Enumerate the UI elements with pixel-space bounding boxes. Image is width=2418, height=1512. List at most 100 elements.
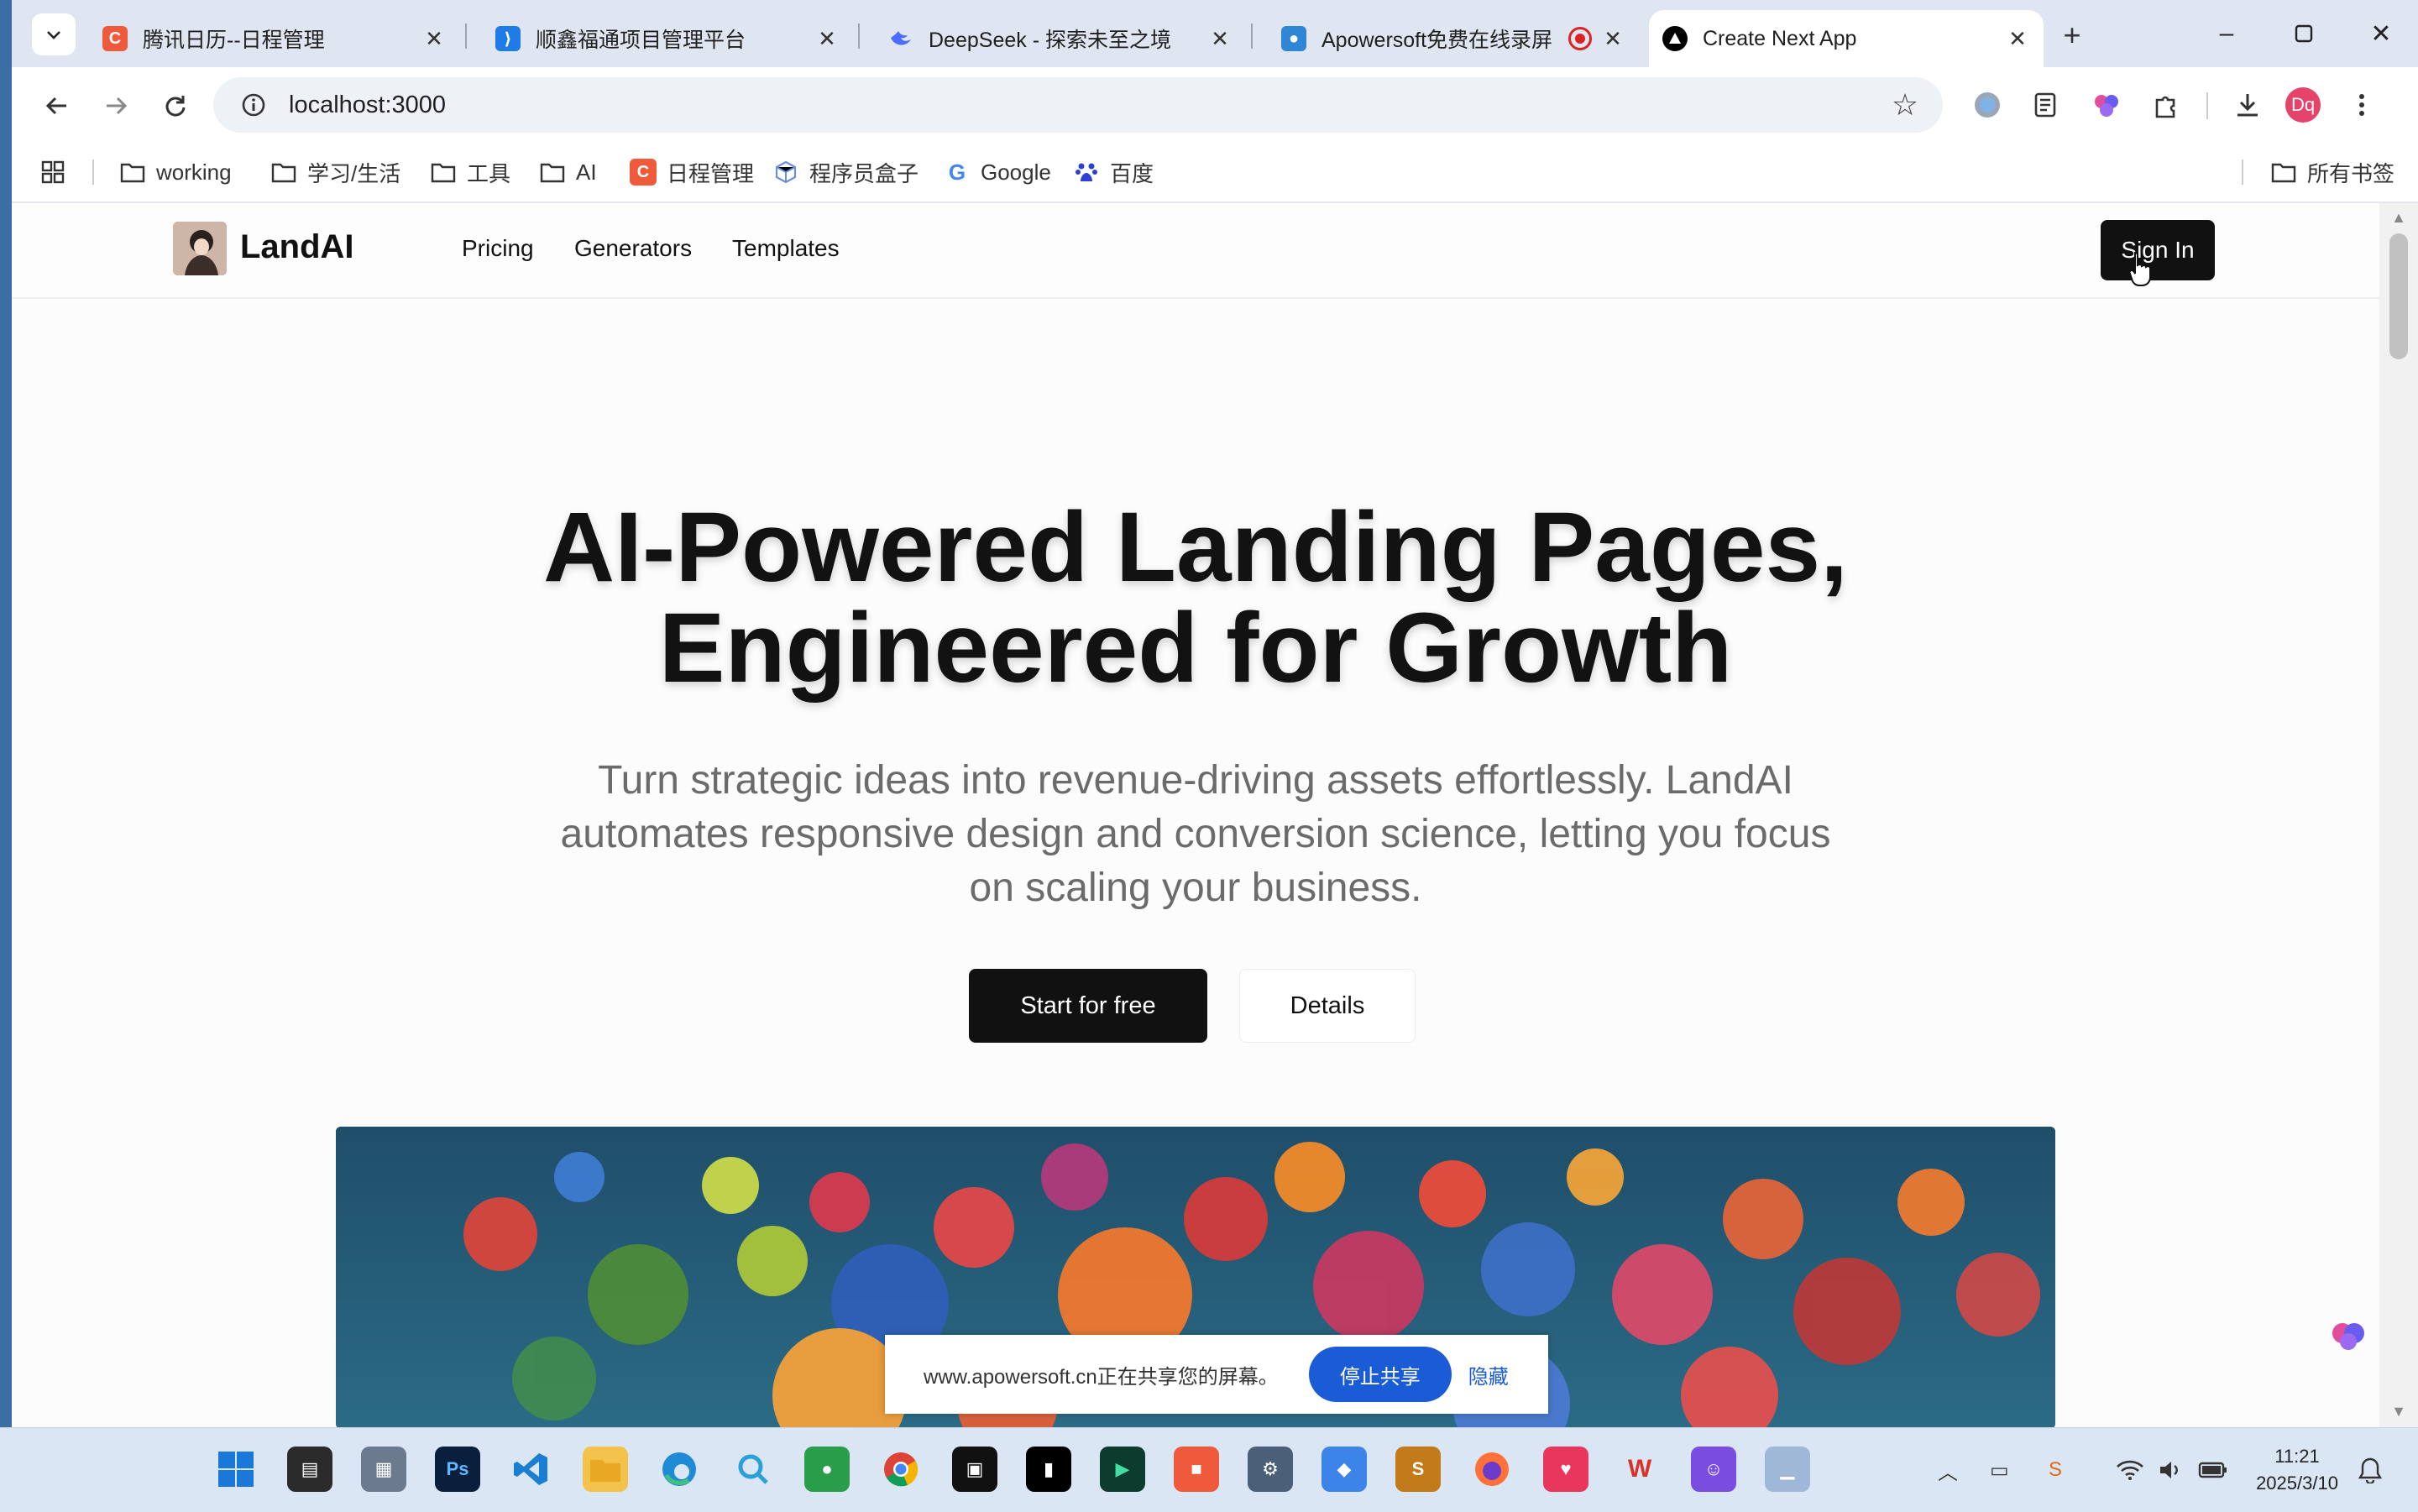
wechat-icon[interactable]: ●	[804, 1447, 850, 1492]
close-icon[interactable]: ✕	[1600, 26, 1625, 51]
ai-extension-icon[interactable]	[2087, 86, 2126, 124]
file-manager-icon[interactable]: ▤	[287, 1447, 332, 1492]
stop-sharing-button[interactable]: 停止共享	[1308, 1347, 1452, 1402]
nav-pricing[interactable]: Pricing	[462, 235, 534, 262]
all-bookmarks[interactable]: 所有书签	[2270, 154, 2394, 190]
menu-kebab-icon[interactable]	[2342, 86, 2381, 124]
nav-templates[interactable]: Templates	[732, 235, 840, 262]
bookmark-label: 学习/生活	[307, 160, 401, 186]
back-button[interactable]	[34, 82, 81, 129]
url-text[interactable]: localhost:3000	[289, 92, 446, 119]
terminal-app-icon[interactable]: ▣	[952, 1447, 997, 1492]
chrome-icon[interactable]	[878, 1447, 924, 1492]
close-icon[interactable]: ✕	[814, 26, 840, 51]
downloads-icon[interactable]	[2228, 86, 2267, 124]
sogou-ime-icon[interactable]: S	[2049, 1453, 2062, 1487]
bookmark-working[interactable]: working	[119, 154, 232, 190]
extensions-puzzle-icon[interactable]	[2148, 86, 2186, 124]
tab-strip: C 腾讯日历--日程管理 ✕ ⟩ 顺鑫福通项目管理平台 ✕ DeepSeek -…	[12, 0, 2418, 67]
close-icon[interactable]: ✕	[2005, 26, 2030, 51]
start-for-free-button[interactable]: Start for free	[969, 969, 1207, 1043]
input-method-icon[interactable]: ▭	[1990, 1453, 2009, 1487]
tab-create-next-app[interactable]: Create Next App ✕	[1649, 10, 2044, 67]
bookmark-star-icon[interactable]: ☆	[1887, 87, 1923, 123]
wifi-icon[interactable]	[2116, 1453, 2144, 1487]
nextjs-icon	[1662, 26, 1688, 51]
minimize-icon: –	[2219, 19, 2234, 47]
vscode-icon[interactable]	[509, 1447, 554, 1492]
brand-name[interactable]: LandAI	[240, 228, 354, 266]
reading-list-icon[interactable]	[2027, 86, 2065, 124]
tab-title: Create Next App	[1703, 26, 1857, 50]
maximize-button[interactable]	[2279, 12, 2329, 55]
tab-title: Apowersoft免费在线录屏	[1322, 29, 1553, 52]
feishu-icon[interactable]: ◆	[1322, 1447, 1367, 1492]
tab-project-platform[interactable]: ⟩ 顺鑫福通项目管理平台 ✕	[482, 10, 853, 67]
apps-button[interactable]	[40, 154, 65, 190]
taskbar-clock[interactable]: 11:21 2025/3/10	[2247, 1443, 2347, 1497]
volume-icon[interactable]	[2158, 1453, 2183, 1487]
monitor-app-icon[interactable]: ▁	[1765, 1447, 1810, 1492]
extension-circle-icon[interactable]	[1968, 86, 2007, 124]
scroll-thumb[interactable]	[2389, 233, 2408, 359]
tab-search-button[interactable]	[32, 13, 76, 55]
address-bar[interactable]: localhost:3000 ☆	[213, 77, 1943, 133]
bookmark-google[interactable]: G Google	[944, 154, 1051, 190]
clock-date: 2025/3/10	[2256, 1473, 2338, 1494]
sign-in-button[interactable]: Sign In	[2101, 220, 2215, 280]
minimize-button[interactable]: –	[2201, 12, 2252, 55]
tab-tencent-calendar[interactable]: C 腾讯日历--日程管理 ✕	[89, 10, 460, 67]
cube-icon	[772, 159, 799, 186]
hide-notice-link[interactable]: 隐藏	[1468, 1360, 1509, 1389]
baidu-icon	[1073, 159, 1100, 186]
bookmark-study-life[interactable]: 学习/生活	[270, 154, 400, 190]
floating-assistant-icon[interactable]	[2329, 1316, 2368, 1355]
new-tab-button[interactable]: +	[2050, 15, 2094, 55]
nav-generators[interactable]: Generators	[574, 235, 692, 262]
tab-deepseek[interactable]: DeepSeek - 探索未至之境 ✕	[875, 10, 1246, 67]
page-scrollbar[interactable]: ▲ ▼	[2379, 203, 2418, 1427]
notification-bell-icon[interactable]	[2358, 1453, 2383, 1487]
bookmark-programmer-box[interactable]: 程序员盒子	[772, 154, 919, 190]
site-info-icon[interactable]	[237, 88, 270, 122]
details-button[interactable]: Details	[1239, 969, 1416, 1043]
folder-icon[interactable]	[583, 1447, 628, 1492]
edge-browser-icon[interactable]	[657, 1447, 702, 1492]
maximize-icon	[2295, 24, 2313, 43]
scroll-up-arrow-icon[interactable]: ▲	[2389, 208, 2408, 227]
recorder-app-icon[interactable]: ■	[1174, 1447, 1219, 1492]
wps-icon[interactable]: W	[1617, 1447, 1662, 1492]
jetbrains-icon[interactable]: ▮	[1026, 1447, 1071, 1492]
bookmark-schedule[interactable]: C 日程管理	[630, 154, 754, 190]
tab-title: DeepSeek - 探索未至之境	[929, 29, 1171, 52]
apps-grid-icon	[41, 160, 65, 184]
notepad-icon[interactable]: ▦	[361, 1447, 406, 1492]
windows-start-icon[interactable]	[213, 1447, 259, 1492]
scroll-down-arrow-icon[interactable]: ▼	[2389, 1402, 2408, 1420]
firefox-icon[interactable]	[1469, 1447, 1515, 1492]
sublime-icon[interactable]: S	[1395, 1447, 1441, 1492]
recording-icon	[1568, 27, 1592, 50]
settings-gear-icon[interactable]: ⚙	[1248, 1447, 1293, 1492]
profile-avatar[interactable]: Dq	[2285, 87, 2321, 123]
battery-icon[interactable]	[2198, 1453, 2228, 1487]
window-close-button[interactable]: ✕	[2356, 12, 2406, 55]
brand-logo[interactable]	[173, 222, 227, 275]
forward-button[interactable]	[92, 82, 139, 129]
photoshop-icon[interactable]: Ps	[435, 1447, 480, 1492]
bookmark-tools[interactable]: 工具	[430, 154, 510, 190]
game-app-icon[interactable]: ☺	[1691, 1447, 1736, 1492]
tab-separator	[858, 24, 860, 49]
browser-window: C 腾讯日历--日程管理 ✕ ⟩ 顺鑫福通项目管理平台 ✕ DeepSeek -…	[12, 0, 2418, 1427]
pocket-icon[interactable]: ♥	[1543, 1447, 1588, 1492]
arrow-left-icon	[45, 97, 66, 115]
reload-button[interactable]	[151, 82, 198, 129]
search-app-icon[interactable]	[730, 1447, 776, 1492]
tray-chevron-up-icon[interactable]: ︿	[1938, 1453, 1958, 1487]
code-editor-icon[interactable]: ▶	[1100, 1447, 1145, 1492]
bookmark-ai[interactable]: AI	[539, 154, 597, 190]
close-icon[interactable]: ✕	[1207, 26, 1233, 51]
bookmark-baidu[interactable]: 百度	[1073, 154, 1154, 190]
close-icon[interactable]: ✕	[421, 26, 447, 51]
tab-apowersoft[interactable]: ● Apowersoft免费在线录屏 ✕	[1268, 10, 1639, 67]
